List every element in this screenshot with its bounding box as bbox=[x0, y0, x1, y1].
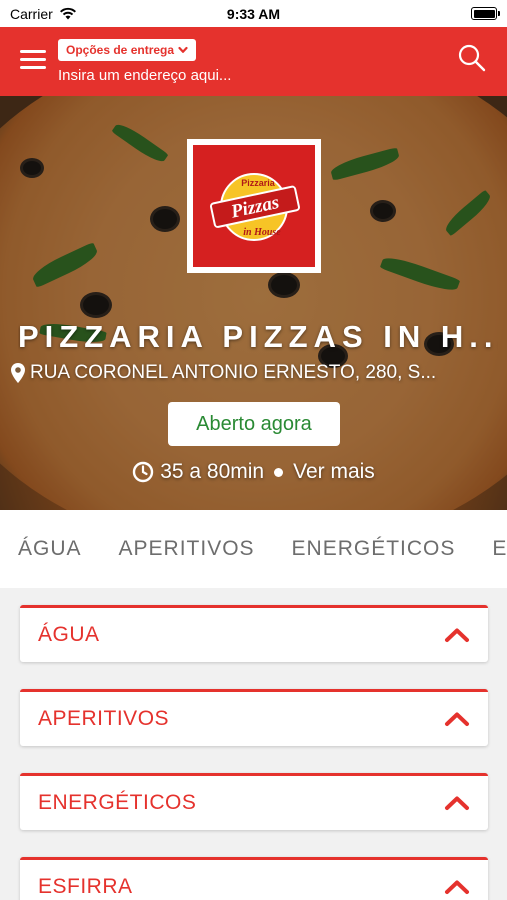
carrier-label: Carrier bbox=[10, 5, 53, 22]
section-title: ÁGUA bbox=[38, 623, 100, 646]
status-bar: Carrier 9:33 AM bbox=[0, 0, 507, 27]
store-logo-graphic: Pizzaria Pizzas in House bbox=[209, 173, 300, 241]
category-tab-esfirra[interactable]: ES bbox=[492, 537, 507, 561]
store-hero-banner: Pizzaria Pizzas in House PIZZARIA PIZZAS… bbox=[0, 96, 507, 510]
see-more-link[interactable]: Ver mais bbox=[293, 460, 375, 484]
store-address: RUA CORONEL ANTONIO ERNESTO, 280, S... bbox=[10, 362, 500, 384]
map-pin-icon bbox=[11, 363, 25, 383]
logo-text-sub: in House bbox=[243, 227, 281, 238]
menu-icon-bar bbox=[20, 50, 46, 53]
store-logo: Pizzaria Pizzas in House bbox=[187, 139, 321, 273]
store-address-text: RUA CORONEL ANTONIO ERNESTO, 280, S... bbox=[30, 362, 437, 383]
delivery-options-label: Opções de entrega bbox=[66, 43, 175, 57]
section-header-energeticos[interactable]: ENERGÉTICOS bbox=[20, 773, 488, 830]
section-header-agua[interactable]: ÁGUA bbox=[20, 605, 488, 662]
chevron-up-icon bbox=[445, 880, 469, 894]
menu-icon-bar bbox=[20, 58, 46, 61]
category-tabs[interactable]: ÁGUA APERITIVOS ENERGÉTICOS ES bbox=[0, 510, 507, 588]
store-logo-image: Pizzaria Pizzas in House bbox=[193, 145, 315, 267]
wifi-icon bbox=[59, 7, 76, 20]
section-title: APERITIVOS bbox=[38, 707, 170, 730]
chevron-up-icon bbox=[445, 712, 469, 726]
category-tab-aperitivos[interactable]: APERITIVOS bbox=[119, 537, 255, 561]
open-status-badge: Aberto agora bbox=[168, 402, 340, 446]
battery-icon bbox=[471, 7, 500, 20]
logo-text-top: Pizzaria bbox=[241, 178, 276, 188]
app-header: Opções de entrega Insira um endereço aqu… bbox=[0, 27, 507, 96]
delivery-time: 35 a 80min bbox=[160, 460, 265, 483]
dot-separator bbox=[274, 467, 284, 477]
chevron-up-icon bbox=[445, 628, 469, 642]
section-header-esfirra[interactable]: ESFIRRA bbox=[20, 857, 488, 900]
category-tab-energeticos[interactable]: ENERGÉTICOS bbox=[292, 537, 456, 561]
delivery-options-dropdown[interactable]: Opções de entrega bbox=[58, 39, 197, 61]
menu-icon-bar bbox=[20, 66, 46, 69]
status-left: Carrier bbox=[10, 6, 77, 22]
chevron-down-icon bbox=[178, 46, 188, 53]
address-input[interactable]: Insira um endereço aqui... bbox=[58, 67, 231, 84]
category-tab-agua[interactable]: ÁGUA bbox=[18, 537, 82, 561]
menu-section-list: ÁGUA APERITIVOS ENERGÉTICOS ESFIRRA bbox=[20, 605, 488, 900]
search-icon[interactable] bbox=[457, 43, 487, 73]
store-name: PIZZARIA PIZZAS IN H... bbox=[18, 319, 498, 354]
section-title: ESFIRRA bbox=[38, 875, 133, 898]
delivery-time-row: 35 a 80min Ver mais bbox=[0, 460, 507, 484]
section-header-aperitivos[interactable]: APERITIVOS bbox=[20, 689, 488, 746]
clock-icon bbox=[132, 461, 154, 483]
chevron-up-icon bbox=[445, 796, 469, 810]
menu-button[interactable] bbox=[20, 50, 46, 72]
section-title: ENERGÉTICOS bbox=[38, 791, 197, 814]
